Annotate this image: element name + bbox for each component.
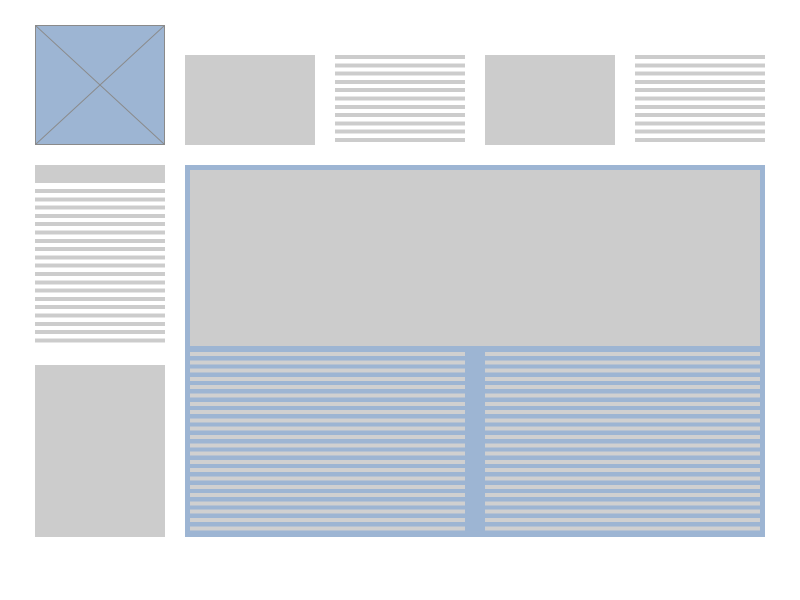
sidebar-image-block [35,365,165,537]
main-column-right-text-lines [485,352,760,532]
main-hero-block [190,170,760,346]
image-placeholder-icon [36,26,164,144]
sidebar-text-lines [35,189,165,345]
main-column-left-text-lines [190,352,465,532]
sidebar-heading-bar [35,165,165,183]
main-content-area [185,165,765,537]
header-image-block-2 [485,55,615,145]
header-text-lines-2 [635,55,765,145]
wireframe-page: { "colors": { "placeholder_block": "#ccc… [0,0,800,600]
logo-placeholder [35,25,165,145]
header-text-lines-1 [335,55,465,145]
header-image-block-1 [185,55,315,145]
